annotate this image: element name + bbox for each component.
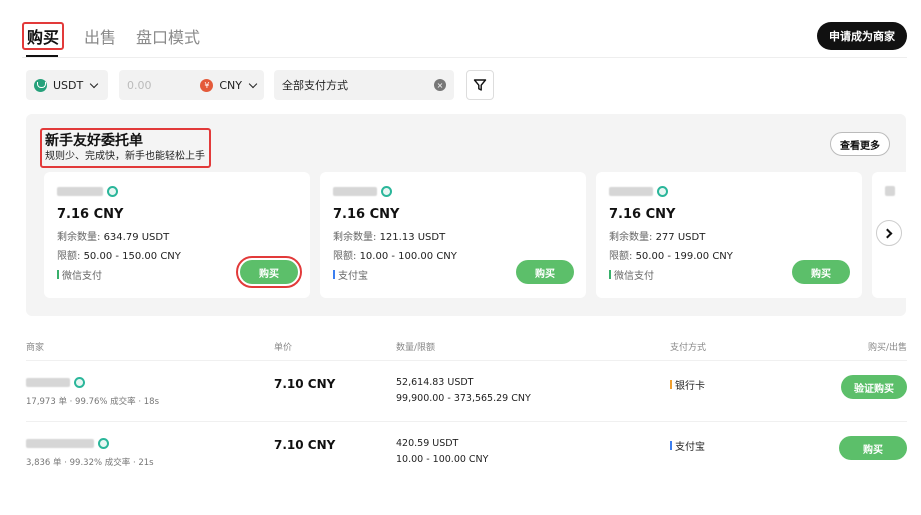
offer-price: 7.16 CNY xyxy=(333,207,400,222)
row-price: 7.10 CNY xyxy=(274,438,336,452)
verify-buy-button[interactable]: 验证购买 xyxy=(841,375,907,399)
beginner-section-title: 新手友好委托单 xyxy=(45,133,143,149)
offer-remaining: 剩余数量: 634.79 USDT xyxy=(57,232,170,243)
funnel-filter-icon xyxy=(473,79,487,91)
row-quantity: 52,614.83 USDT xyxy=(396,377,474,388)
header-merchant: 商家 xyxy=(26,343,45,353)
chevron-right-icon xyxy=(882,228,893,238)
merchant-name[interactable] xyxy=(26,375,159,389)
trade-tabs: 购买 出售 盘口模式 xyxy=(22,22,200,50)
view-more-button[interactable]: 查看更多 xyxy=(830,132,890,156)
merchant-name[interactable] xyxy=(57,184,297,198)
tab-orderbook-mode[interactable]: 盘口模式 xyxy=(136,24,200,48)
blurred-merchant-name xyxy=(57,186,103,196)
header-price: 单价 xyxy=(274,343,293,353)
row-quantity: 420.59 USDT xyxy=(396,438,459,449)
buy-button[interactable]: 购买 xyxy=(516,260,574,284)
payment-method-value: 全部支付方式 xyxy=(282,79,348,92)
buy-button[interactable]: 购买 xyxy=(236,256,302,288)
verified-badge-icon xyxy=(74,376,85,388)
merchant-name[interactable] xyxy=(609,184,849,198)
coin-select[interactable]: USDT xyxy=(26,70,108,100)
table-row: 17,973 单 · 99.76% 成交率 · 18s 7.10 CNY 52,… xyxy=(26,360,907,420)
row-payment-method: 银行卡 xyxy=(670,377,705,392)
blurred-merchant-name xyxy=(333,186,377,196)
offer-card: 7.16 CNY 剩余数量: 121.13 USDT 限额: 10.00 - 1… xyxy=(320,172,586,298)
cny-currency-icon: ¥ xyxy=(200,78,214,92)
beginner-friendly-section: 新手友好委托单 规则少、完成快，新手也能轻松上手 查看更多 7.16 CNY 剩… xyxy=(26,114,906,316)
buy-button[interactable]: 购买 xyxy=(839,436,907,460)
merchant-stats: 17,973 单 · 99.76% 成交率 · 18s xyxy=(26,397,160,407)
verified-badge-icon xyxy=(98,437,109,449)
row-limit: 99,900.00 - 373,565.29 CNY xyxy=(396,393,531,404)
clear-icon[interactable]: × xyxy=(434,79,446,91)
chevron-down-icon xyxy=(89,79,99,88)
payment-indicator xyxy=(333,270,335,279)
offers-table-header: 商家 单价 数量/限额 支付方式 购买/出售 xyxy=(26,340,907,354)
row-qty-limit: 420.59 USDT 10.00 - 100.00 CNY xyxy=(396,436,488,468)
row-payment-method: 支付宝 xyxy=(670,438,705,453)
beginner-section-header: 新手友好委托单 规则少、完成快，新手也能轻松上手 xyxy=(40,128,211,168)
blurred-merchant-name xyxy=(26,438,94,448)
merchant-stats: 3,836 单 · 99.32% 成交率 · 21s xyxy=(26,458,154,468)
payment-indicator xyxy=(609,270,611,279)
payment-method-select[interactable]: 全部支付方式 × xyxy=(274,70,454,100)
tab-sell[interactable]: 出售 xyxy=(84,24,116,48)
header-action: 购买/出售 xyxy=(867,343,907,353)
beginner-section-subtitle: 规则少、完成快，新手也能轻松上手 xyxy=(45,151,205,162)
offer-card: 7.16 CNY 剩余数量: 634.79 USDT 限额: 50.00 - 1… xyxy=(44,172,310,298)
payment-indicator xyxy=(670,380,672,389)
row-merchant: 17,973 单 · 99.76% 成交率 · 18s xyxy=(26,375,159,407)
blurred-merchant-name xyxy=(885,186,895,196)
offer-remaining: 剩余数量: 121.13 USDT xyxy=(333,232,446,243)
offer-remaining: 剩余数量: 277 USDT xyxy=(609,232,706,243)
verified-badge-icon xyxy=(107,185,118,197)
usdt-coin-icon xyxy=(34,78,47,92)
blurred-merchant-name xyxy=(26,377,70,387)
payment-indicator xyxy=(57,270,59,279)
amount-placeholder: 0.00 xyxy=(127,78,152,92)
buy-button[interactable]: 购买 xyxy=(792,260,850,284)
merchant-name[interactable] xyxy=(26,436,154,450)
chevron-down-icon[interactable] xyxy=(248,79,258,88)
carousel-next-button[interactable] xyxy=(876,220,902,246)
payment-indicator xyxy=(670,441,672,450)
tab-buy[interactable]: 购买 xyxy=(22,22,65,50)
filter-button[interactable] xyxy=(466,70,494,100)
verified-badge-icon xyxy=(657,185,668,197)
blurred-merchant-name xyxy=(609,186,653,196)
offer-price: 7.16 CNY xyxy=(57,207,124,222)
become-merchant-button[interactable]: 申请成为商家 xyxy=(817,22,907,50)
coin-select-value: USDT xyxy=(53,78,84,92)
row-price: 7.10 CNY xyxy=(274,377,336,391)
offer-card: 7.16 CNY 剩余数量: 277 USDT 限额: 50.00 - 199.… xyxy=(596,172,862,298)
merchant-name[interactable] xyxy=(333,184,573,198)
top-divider xyxy=(22,57,907,58)
row-merchant: 3,836 单 · 99.32% 成交率 · 21s xyxy=(26,436,154,468)
offer-price: 7.16 CNY xyxy=(609,207,676,222)
header-payment-method: 支付方式 xyxy=(670,343,707,353)
currency-select-value[interactable]: CNY xyxy=(219,79,242,92)
verified-badge-icon xyxy=(381,185,392,197)
row-qty-limit: 52,614.83 USDT 99,900.00 - 373,565.29 CN… xyxy=(396,375,531,407)
row-limit: 10.00 - 100.00 CNY xyxy=(396,454,489,465)
table-row: 3,836 单 · 99.32% 成交率 · 21s 7.10 CNY 420.… xyxy=(26,421,907,481)
header-qty-limit: 数量/限额 xyxy=(396,343,436,353)
amount-input[interactable]: 0.00 ¥ CNY xyxy=(119,70,264,100)
